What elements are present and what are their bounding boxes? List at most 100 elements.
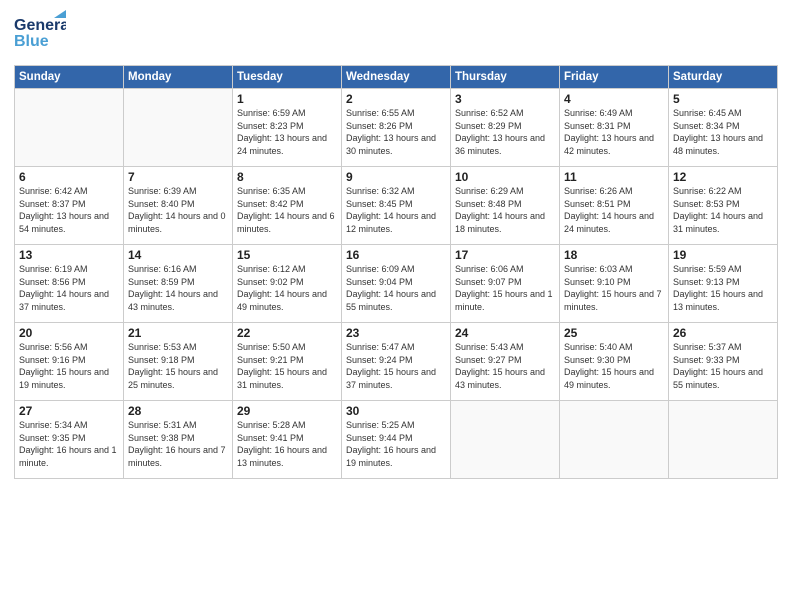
day-number: 6 <box>19 170 119 184</box>
calendar-header-row: SundayMondayTuesdayWednesdayThursdayFrid… <box>15 66 778 89</box>
calendar-cell: 9Sunrise: 6:32 AMSunset: 8:45 PMDaylight… <box>342 167 451 245</box>
day-number: 3 <box>455 92 555 106</box>
calendar-cell: 15Sunrise: 6:12 AMSunset: 9:02 PMDayligh… <box>233 245 342 323</box>
calendar-cell: 25Sunrise: 5:40 AMSunset: 9:30 PMDayligh… <box>560 323 669 401</box>
day-detail: Sunrise: 5:34 AMSunset: 9:35 PMDaylight:… <box>19 419 119 469</box>
calendar-cell: 22Sunrise: 5:50 AMSunset: 9:21 PMDayligh… <box>233 323 342 401</box>
day-detail: Sunrise: 6:16 AMSunset: 8:59 PMDaylight:… <box>128 263 228 313</box>
day-number: 18 <box>564 248 664 262</box>
calendar-week-row: 20Sunrise: 5:56 AMSunset: 9:16 PMDayligh… <box>15 323 778 401</box>
calendar-cell: 17Sunrise: 6:06 AMSunset: 9:07 PMDayligh… <box>451 245 560 323</box>
calendar-week-row: 6Sunrise: 6:42 AMSunset: 8:37 PMDaylight… <box>15 167 778 245</box>
day-number: 17 <box>455 248 555 262</box>
calendar-cell: 5Sunrise: 6:45 AMSunset: 8:34 PMDaylight… <box>669 89 778 167</box>
day-number: 7 <box>128 170 228 184</box>
day-detail: Sunrise: 6:19 AMSunset: 8:56 PMDaylight:… <box>19 263 119 313</box>
calendar-header-sunday: Sunday <box>15 66 124 89</box>
calendar-header-wednesday: Wednesday <box>342 66 451 89</box>
day-number: 4 <box>564 92 664 106</box>
calendar-cell: 27Sunrise: 5:34 AMSunset: 9:35 PMDayligh… <box>15 401 124 479</box>
calendar-cell: 24Sunrise: 5:43 AMSunset: 9:27 PMDayligh… <box>451 323 560 401</box>
calendar-cell: 23Sunrise: 5:47 AMSunset: 9:24 PMDayligh… <box>342 323 451 401</box>
calendar-header-monday: Monday <box>124 66 233 89</box>
svg-text:Blue: Blue <box>14 33 49 50</box>
day-detail: Sunrise: 5:47 AMSunset: 9:24 PMDaylight:… <box>346 341 446 391</box>
calendar-cell: 3Sunrise: 6:52 AMSunset: 8:29 PMDaylight… <box>451 89 560 167</box>
calendar-cell: 29Sunrise: 5:28 AMSunset: 9:41 PMDayligh… <box>233 401 342 479</box>
day-number: 29 <box>237 404 337 418</box>
day-number: 24 <box>455 326 555 340</box>
calendar-cell: 14Sunrise: 6:16 AMSunset: 8:59 PMDayligh… <box>124 245 233 323</box>
day-detail: Sunrise: 6:39 AMSunset: 8:40 PMDaylight:… <box>128 185 228 235</box>
day-number: 15 <box>237 248 337 262</box>
day-detail: Sunrise: 6:26 AMSunset: 8:51 PMDaylight:… <box>564 185 664 235</box>
day-detail: Sunrise: 5:37 AMSunset: 9:33 PMDaylight:… <box>673 341 773 391</box>
day-number: 9 <box>346 170 446 184</box>
day-number: 1 <box>237 92 337 106</box>
calendar-cell: 11Sunrise: 6:26 AMSunset: 8:51 PMDayligh… <box>560 167 669 245</box>
day-detail: Sunrise: 5:43 AMSunset: 9:27 PMDaylight:… <box>455 341 555 391</box>
calendar-header-tuesday: Tuesday <box>233 66 342 89</box>
calendar-cell: 6Sunrise: 6:42 AMSunset: 8:37 PMDaylight… <box>15 167 124 245</box>
day-detail: Sunrise: 5:40 AMSunset: 9:30 PMDaylight:… <box>564 341 664 391</box>
day-number: 16 <box>346 248 446 262</box>
calendar-cell: 21Sunrise: 5:53 AMSunset: 9:18 PMDayligh… <box>124 323 233 401</box>
day-detail: Sunrise: 6:42 AMSunset: 8:37 PMDaylight:… <box>19 185 119 235</box>
calendar-cell: 7Sunrise: 6:39 AMSunset: 8:40 PMDaylight… <box>124 167 233 245</box>
calendar-cell: 10Sunrise: 6:29 AMSunset: 8:48 PMDayligh… <box>451 167 560 245</box>
day-detail: Sunrise: 5:53 AMSunset: 9:18 PMDaylight:… <box>128 341 228 391</box>
day-number: 22 <box>237 326 337 340</box>
calendar-cell: 1Sunrise: 6:59 AMSunset: 8:23 PMDaylight… <box>233 89 342 167</box>
day-number: 27 <box>19 404 119 418</box>
logo: General Blue <box>14 10 66 59</box>
day-number: 8 <box>237 170 337 184</box>
day-number: 13 <box>19 248 119 262</box>
day-detail: Sunrise: 6:29 AMSunset: 8:48 PMDaylight:… <box>455 185 555 235</box>
calendar-cell: 30Sunrise: 5:25 AMSunset: 9:44 PMDayligh… <box>342 401 451 479</box>
calendar-week-row: 27Sunrise: 5:34 AMSunset: 9:35 PMDayligh… <box>15 401 778 479</box>
calendar-cell: 13Sunrise: 6:19 AMSunset: 8:56 PMDayligh… <box>15 245 124 323</box>
day-detail: Sunrise: 5:50 AMSunset: 9:21 PMDaylight:… <box>237 341 337 391</box>
calendar-cell: 4Sunrise: 6:49 AMSunset: 8:31 PMDaylight… <box>560 89 669 167</box>
day-detail: Sunrise: 5:28 AMSunset: 9:41 PMDaylight:… <box>237 419 337 469</box>
day-number: 26 <box>673 326 773 340</box>
calendar-cell <box>124 89 233 167</box>
day-detail: Sunrise: 6:32 AMSunset: 8:45 PMDaylight:… <box>346 185 446 235</box>
calendar-cell: 2Sunrise: 6:55 AMSunset: 8:26 PMDaylight… <box>342 89 451 167</box>
calendar-header-friday: Friday <box>560 66 669 89</box>
day-detail: Sunrise: 6:06 AMSunset: 9:07 PMDaylight:… <box>455 263 555 313</box>
day-number: 25 <box>564 326 664 340</box>
calendar-cell: 28Sunrise: 5:31 AMSunset: 9:38 PMDayligh… <box>124 401 233 479</box>
day-number: 14 <box>128 248 228 262</box>
calendar-cell <box>451 401 560 479</box>
calendar-cell <box>15 89 124 167</box>
day-detail: Sunrise: 5:31 AMSunset: 9:38 PMDaylight:… <box>128 419 228 469</box>
calendar-cell: 12Sunrise: 6:22 AMSunset: 8:53 PMDayligh… <box>669 167 778 245</box>
day-number: 2 <box>346 92 446 106</box>
header: General Blue <box>14 10 778 59</box>
svg-text:General: General <box>14 17 66 34</box>
day-detail: Sunrise: 6:45 AMSunset: 8:34 PMDaylight:… <box>673 107 773 157</box>
day-number: 28 <box>128 404 228 418</box>
day-number: 10 <box>455 170 555 184</box>
day-detail: Sunrise: 6:09 AMSunset: 9:04 PMDaylight:… <box>346 263 446 313</box>
day-number: 20 <box>19 326 119 340</box>
day-detail: Sunrise: 5:59 AMSunset: 9:13 PMDaylight:… <box>673 263 773 313</box>
calendar-cell: 26Sunrise: 5:37 AMSunset: 9:33 PMDayligh… <box>669 323 778 401</box>
calendar-week-row: 13Sunrise: 6:19 AMSunset: 8:56 PMDayligh… <box>15 245 778 323</box>
day-detail: Sunrise: 6:03 AMSunset: 9:10 PMDaylight:… <box>564 263 664 313</box>
calendar-week-row: 1Sunrise: 6:59 AMSunset: 8:23 PMDaylight… <box>15 89 778 167</box>
day-detail: Sunrise: 6:49 AMSunset: 8:31 PMDaylight:… <box>564 107 664 157</box>
day-number: 21 <box>128 326 228 340</box>
day-detail: Sunrise: 6:22 AMSunset: 8:53 PMDaylight:… <box>673 185 773 235</box>
calendar-cell <box>669 401 778 479</box>
calendar-cell: 8Sunrise: 6:35 AMSunset: 8:42 PMDaylight… <box>233 167 342 245</box>
calendar-cell: 16Sunrise: 6:09 AMSunset: 9:04 PMDayligh… <box>342 245 451 323</box>
day-detail: Sunrise: 6:52 AMSunset: 8:29 PMDaylight:… <box>455 107 555 157</box>
day-number: 5 <box>673 92 773 106</box>
day-detail: Sunrise: 6:12 AMSunset: 9:02 PMDaylight:… <box>237 263 337 313</box>
calendar-header-thursday: Thursday <box>451 66 560 89</box>
day-number: 12 <box>673 170 773 184</box>
day-number: 19 <box>673 248 773 262</box>
logo-icon: General Blue <box>14 10 66 54</box>
